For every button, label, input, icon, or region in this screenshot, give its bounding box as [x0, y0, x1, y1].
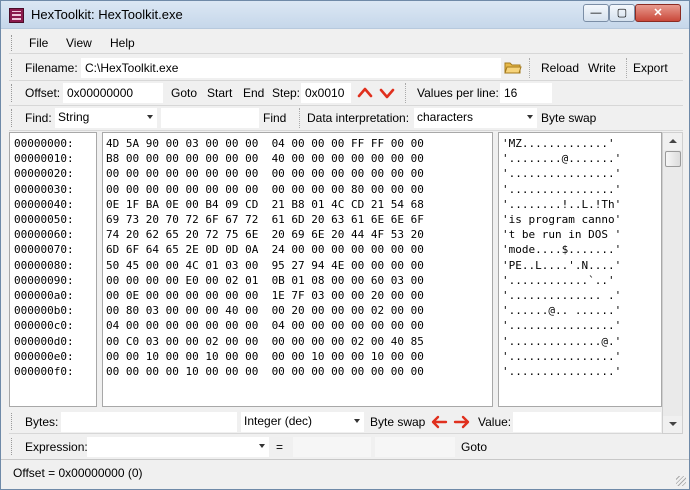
- find-field[interactable]: [161, 108, 259, 128]
- values-per-line-field[interactable]: 16: [500, 83, 552, 103]
- chevron-down-icon: [147, 115, 153, 119]
- data-interpretation-label: Data interpretation:: [307, 111, 410, 125]
- window-title: HexToolkit: HexToolkit.exe: [31, 7, 183, 22]
- goto-offset-button[interactable]: Goto: [171, 86, 197, 100]
- offset-column: 00000000: 00000010: 00000020: 00000030: …: [9, 132, 97, 407]
- filename-field[interactable]: C:\HexToolkit.exe: [81, 58, 501, 78]
- find-type-dropdown[interactable]: String: [55, 108, 157, 128]
- toolbar-grip[interactable]: [11, 413, 14, 430]
- expression-result-field: [293, 437, 371, 457]
- chevron-down-icon: [354, 419, 360, 423]
- bytes-toolbar: Bytes: Integer (dec) Byte swap Value:: [9, 410, 662, 434]
- scroll-up-button[interactable]: [663, 133, 682, 150]
- toolbar-separator: [405, 83, 406, 103]
- title-bar[interactable]: HexToolkit: HexToolkit.exe — ▢ ✕: [1, 1, 689, 29]
- chevron-down-icon: [259, 444, 265, 448]
- menu-bar: File View Help: [9, 32, 683, 54]
- end-button[interactable]: End: [243, 86, 264, 100]
- open-folder-icon[interactable]: [504, 59, 522, 75]
- resize-grip[interactable]: [676, 476, 686, 486]
- data-interpretation-value: characters: [417, 110, 474, 124]
- scroll-up-icon: [669, 139, 677, 143]
- minimize-button[interactable]: —: [583, 4, 609, 22]
- scroll-down-icon: [669, 422, 677, 426]
- byte-swap-button[interactable]: Byte swap: [541, 111, 596, 125]
- start-button[interactable]: Start: [207, 86, 232, 100]
- toolbar-grip[interactable]: [11, 109, 14, 127]
- scroll-down-button[interactable]: [663, 416, 682, 433]
- arrow-right-icon[interactable]: [453, 415, 471, 429]
- offset-toolbar: Offset: 0x00000000 Goto Start End Step: …: [9, 81, 683, 106]
- maximize-button[interactable]: ▢: [609, 4, 635, 22]
- toolbar-grip[interactable]: [11, 438, 14, 455]
- data-interpretation-dropdown[interactable]: characters: [414, 108, 537, 128]
- vertical-scrollbar[interactable]: [662, 132, 683, 434]
- step-label: Step:: [272, 86, 301, 100]
- scroll-thumb[interactable]: [665, 151, 681, 167]
- value-field[interactable]: [513, 412, 661, 432]
- offset-label: Offset:: [25, 86, 61, 100]
- file-toolbar: Filename: C:\HexToolkit.exe Reload Write…: [9, 56, 683, 81]
- find-toolbar: Find: String Find Data interpretation: c…: [9, 106, 683, 131]
- value-label: Value:: [478, 415, 512, 429]
- toolbar-grip[interactable]: [11, 84, 14, 102]
- close-button[interactable]: ✕: [635, 4, 681, 22]
- toolbar-grip[interactable]: [11, 59, 14, 77]
- find-label: Find:: [25, 111, 52, 125]
- offset-field[interactable]: 0x00000000: [63, 83, 163, 103]
- expression-label: Expression:: [25, 440, 88, 454]
- write-button[interactable]: Write: [588, 61, 616, 75]
- menu-help[interactable]: Help: [110, 36, 135, 50]
- app-icon: [9, 8, 24, 23]
- text-view[interactable]: 'MZ.............' '........@.......' '..…: [498, 132, 662, 407]
- values-per-line-label: Values per line:: [417, 86, 499, 100]
- equals-label: =: [276, 440, 284, 454]
- bytes-field[interactable]: [61, 412, 237, 432]
- status-bar: Offset = 0x00000000 (0): [1, 459, 689, 489]
- chevron-down-icon: [527, 115, 533, 119]
- step-field[interactable]: 0x0010: [301, 83, 351, 103]
- arrow-left-icon[interactable]: [430, 415, 448, 429]
- expression-goto-button[interactable]: Goto: [461, 440, 487, 454]
- toolbar-separator: [529, 58, 530, 78]
- expression-result-field-2: [375, 437, 455, 457]
- bytes-byte-swap-button[interactable]: Byte swap: [370, 415, 425, 429]
- integer-type-value: Integer (dec): [244, 414, 313, 428]
- toolbar-grip[interactable]: [11, 35, 14, 51]
- application-window: HexToolkit: HexToolkit.exe — ▢ ✕ File Vi…: [0, 0, 690, 490]
- hex-view[interactable]: 4D 5A 90 00 03 00 00 00 04 00 00 00 FF F…: [102, 132, 493, 407]
- step-up-icon[interactable]: [357, 85, 373, 99]
- filename-label: Filename:: [25, 61, 78, 75]
- reload-button[interactable]: Reload: [541, 61, 579, 75]
- status-text: Offset = 0x00000000 (0): [13, 466, 143, 480]
- export-button[interactable]: Export: [633, 61, 668, 75]
- toolbar-separator: [299, 108, 300, 128]
- find-button[interactable]: Find: [263, 111, 286, 125]
- find-type-value: String: [58, 110, 90, 124]
- menu-file[interactable]: File: [29, 36, 48, 50]
- expression-dropdown[interactable]: [87, 437, 269, 457]
- expression-toolbar: Expression: = Goto: [9, 435, 662, 459]
- bytes-label: Bytes:: [25, 415, 59, 429]
- menu-view[interactable]: View: [66, 36, 92, 50]
- integer-type-dropdown[interactable]: Integer (dec): [241, 412, 364, 432]
- step-down-icon[interactable]: [379, 86, 395, 100]
- toolbar-separator: [626, 58, 627, 78]
